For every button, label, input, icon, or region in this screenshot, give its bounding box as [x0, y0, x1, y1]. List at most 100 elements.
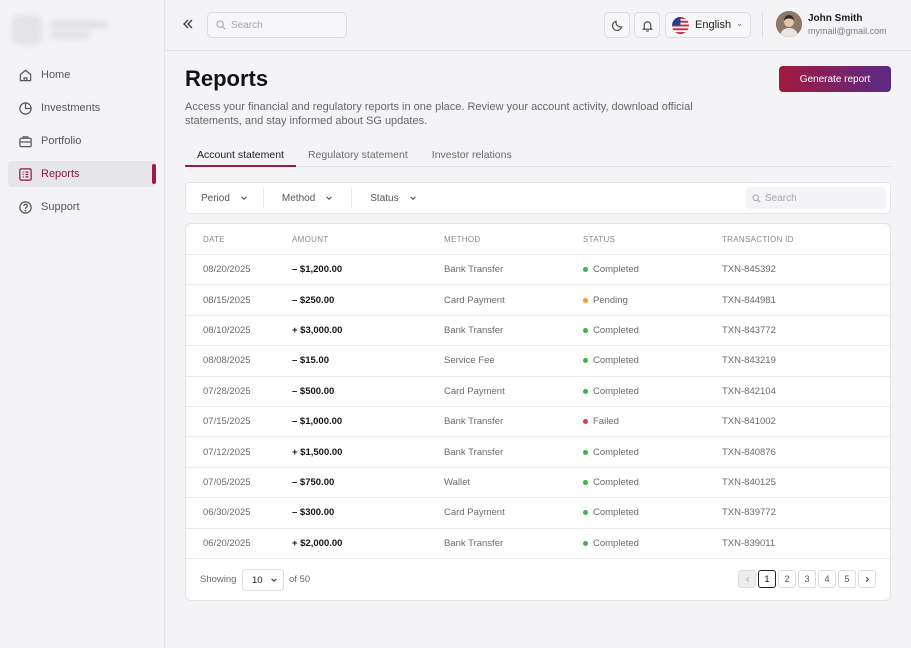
chevrons-left-icon[interactable] — [181, 17, 195, 31]
column-header-method[interactable]: METHOD — [444, 224, 480, 254]
pie-chart-icon — [19, 101, 32, 115]
chevron-down-icon — [409, 196, 416, 200]
total-count: of 50 — [289, 574, 311, 585]
cell-method: Service Fee — [444, 355, 495, 367]
tab-account-statement[interactable]: Account statement — [185, 146, 296, 167]
page-button-4[interactable]: 4 — [818, 570, 836, 588]
sidebar-item-reports[interactable]: Reports — [8, 161, 156, 187]
cell-status: Completed — [583, 437, 639, 466]
rows-per-page-select[interactable]: 10 — [242, 569, 284, 591]
pagination: 1 2 3 4 5 — [738, 570, 876, 588]
app-window: Home Investments Portfolio Reports Suppo… — [0, 0, 911, 648]
home-icon — [19, 69, 32, 81]
cell-transaction-id: TXN-844981 — [722, 294, 776, 306]
column-header-amount[interactable]: AMOUNT — [292, 224, 328, 254]
column-header-status[interactable]: STATUS — [583, 224, 615, 254]
user-name: John Smith — [808, 12, 863, 24]
table-row[interactable]: 08/08/2025 – $15.00 Service Fee Completed TX… — [186, 346, 890, 377]
table-row[interactable]: 07/28/2025 – $500.00 Card Payment Completed… — [186, 377, 890, 407]
cell-amount: + $3,000.00 — [292, 324, 343, 336]
page-description: Access your financial and regulatory rep… — [185, 101, 693, 127]
page-button-5[interactable]: 5 — [838, 570, 856, 588]
tab-investor-relations[interactable]: Investor relations — [420, 146, 524, 166]
search-input[interactable]: Search — [207, 12, 347, 38]
status-label: Completed — [593, 385, 639, 397]
sidebar-item-home[interactable]: Home — [8, 62, 156, 88]
cell-transaction-id: TXN-839011 — [722, 537, 776, 549]
cell-status: Completed — [583, 346, 639, 375]
cell-amount: – $300.00 — [292, 507, 335, 519]
cell-amount: – $750.00 — [292, 476, 335, 488]
status-label: Completed — [593, 537, 639, 549]
cell-method: Wallet — [444, 476, 471, 488]
page-button-3[interactable]: 3 — [798, 570, 816, 588]
search-placeholder: Search — [231, 19, 263, 31]
sidebar-nav: Home Investments Portfolio Reports Suppo… — [8, 62, 156, 227]
table-row[interactable]: 06/30/2025 – $300.00 Card Payment Completed… — [186, 498, 890, 529]
brand-logo[interactable] — [12, 14, 112, 46]
bell-icon — [641, 20, 653, 32]
sidebar-item-investments[interactable]: Investments — [8, 95, 156, 121]
status-dot-icon — [583, 327, 588, 333]
cell-status: Failed — [583, 407, 619, 436]
tab-regulatory-statement[interactable]: Regulatory statement — [296, 146, 420, 166]
filter-bar: Period Method Status Search — [185, 182, 891, 214]
table-row[interactable]: 07/05/2025 – $750.00 Wallet Completed TXN-84… — [186, 468, 890, 499]
column-header-date[interactable]: DATE — [203, 224, 225, 254]
table-row[interactable]: 08/10/2025 + $3,000.00 Bank Transfer Comple… — [186, 316, 890, 347]
table-search-input[interactable]: Search — [746, 187, 886, 209]
user-profile[interactable]: John Smith mymail@gmail.com — [776, 11, 887, 37]
method-filter[interactable]: Method — [264, 188, 351, 208]
cell-transaction-id: TXN-840876 — [722, 446, 776, 458]
cell-method: Bank Transfer — [444, 416, 504, 428]
table-row[interactable]: 06/20/2025 + $2,000.00 Bank Transfer Comple… — [186, 529, 890, 559]
table-row[interactable]: 08/20/2025 – $1,200.00 Bank Transfer Comple… — [186, 255, 890, 286]
table-row[interactable]: 08/15/2025 – $250.00 Card Payment Pending TX… — [186, 285, 890, 316]
main-content: Search English John Smith mymail@gmail.c… — [165, 0, 911, 648]
status-dot-icon — [583, 358, 588, 364]
theme-toggle-button[interactable] — [604, 12, 630, 38]
sidebar-item-portfolio[interactable]: Portfolio — [8, 128, 156, 154]
sidebar-item-label: Support — [41, 201, 80, 213]
table-header: DATE AMOUNT METHOD STATUS TRANSACTION ID — [186, 224, 890, 255]
sidebar-item-label: Home — [41, 69, 71, 81]
cell-status: Completed — [583, 377, 639, 406]
column-header-transaction-id[interactable]: TRANSACTION ID — [722, 224, 794, 254]
period-filter[interactable]: Period — [186, 188, 263, 208]
cell-date: 07/05/2025 — [203, 476, 251, 488]
cell-method: Card Payment — [444, 507, 505, 519]
cell-date: 07/28/2025 — [203, 385, 251, 397]
status-dot-icon — [583, 449, 588, 455]
status-dot-icon — [583, 419, 588, 425]
sidebar-item-support[interactable]: Support — [8, 194, 156, 220]
cell-date: 06/30/2025 — [203, 507, 251, 519]
notifications-button[interactable] — [634, 12, 660, 38]
cell-status: Completed — [583, 468, 639, 497]
us-flag-icon — [672, 16, 689, 34]
table-row[interactable]: 07/15/2025 – $1,000.00 Bank Transfer Failed… — [186, 407, 890, 438]
status-dot-icon — [583, 479, 588, 485]
language-select[interactable]: English — [665, 12, 751, 38]
cell-transaction-id: TXN-839772 — [722, 507, 776, 519]
next-page-button[interactable] — [858, 570, 876, 588]
search-icon — [216, 20, 226, 30]
chevron-down-icon — [326, 196, 333, 200]
cell-transaction-id: TXN-843772 — [722, 324, 776, 336]
method-filter-label: Method — [281, 192, 316, 204]
cell-method: Bank Transfer — [444, 324, 504, 336]
status-label: Completed — [593, 446, 639, 458]
page-button-1[interactable]: 1 — [758, 570, 776, 588]
status-label: Pending — [593, 294, 628, 306]
cell-method: Bank Transfer — [444, 264, 504, 276]
status-filter[interactable]: Status — [352, 188, 434, 208]
status-dot-icon — [583, 388, 588, 394]
cell-status: Completed — [583, 255, 639, 284]
table-row[interactable]: 07/12/2025 + $1,500.00 Bank Transfer Comple… — [186, 437, 890, 468]
cell-amount: – $15.00 — [292, 355, 329, 367]
prev-page-button[interactable] — [738, 570, 756, 588]
page-button-2[interactable]: 2 — [778, 570, 796, 588]
cell-date: 06/20/2025 — [203, 537, 251, 549]
generate-report-button[interactable]: Generate report — [779, 66, 891, 92]
cell-transaction-id: TXN-842104 — [722, 385, 776, 397]
chevron-left-icon — [745, 576, 749, 582]
